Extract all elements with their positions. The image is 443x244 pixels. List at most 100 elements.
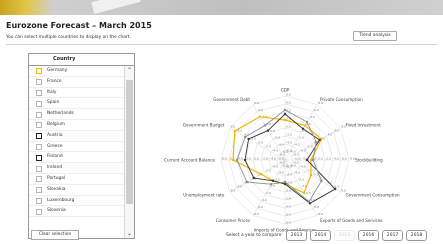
country-item[interactable]: Spain	[29, 98, 134, 110]
year-button-2016[interactable]: 2016	[358, 230, 379, 241]
country-item[interactable]: Italy	[29, 88, 134, 99]
radar-data-point	[252, 176, 255, 180]
scroll-down-icon[interactable]: ⌄	[125, 229, 134, 238]
radar-data-point	[307, 200, 311, 203]
country-checkbox[interactable]	[36, 79, 42, 86]
country-item[interactable]: Netherlands	[29, 109, 134, 120]
radar-data-point	[243, 158, 247, 162]
country-checkbox[interactable]	[36, 154, 42, 161]
country-item[interactable]: France	[29, 77, 134, 88]
radar-tick-label: 6.0	[342, 157, 347, 161]
country-item[interactable]: Portugal	[29, 174, 134, 185]
country-checkbox[interactable]	[36, 68, 42, 75]
radar-tick-label: 8.0	[286, 221, 291, 225]
radar-tick-label: -2.0	[298, 136, 304, 140]
country-item[interactable]: Greece	[29, 142, 134, 153]
background-banner	[0, 0, 443, 16]
radar-tick-label: -4.0	[278, 143, 284, 147]
radar-axis-label: Government Consumption	[346, 193, 400, 198]
country-item[interactable]: Belgium	[29, 120, 134, 131]
scroll-up-icon[interactable]: ⌃	[125, 66, 134, 75]
radar-tick-label: -6.0	[282, 150, 288, 154]
radar-tick-label: 2.0	[306, 191, 311, 195]
country-checkbox[interactable]	[36, 133, 42, 140]
radar-tick-label: 8.0	[222, 157, 227, 161]
radar-tick-label: 4.0	[310, 115, 315, 119]
radar-data-point	[311, 158, 315, 162]
country-item[interactable]: Slovakia	[29, 185, 134, 196]
trend-analysis-button[interactable]: Trend analysis	[353, 31, 397, 41]
radar-data-point	[233, 129, 236, 133]
country-checkbox[interactable]	[36, 187, 42, 194]
country-checkbox[interactable]	[36, 100, 42, 107]
country-checkbox[interactable]	[36, 143, 42, 150]
radar-data-point	[283, 112, 287, 116]
radar-tick-label: 0.0	[258, 141, 263, 145]
country-item[interactable]: Ireland	[29, 163, 134, 174]
country-item[interactable]: Austria	[29, 131, 134, 142]
page-title: Eurozone Forecast – March 2015	[6, 21, 152, 30]
country-label: Austria	[47, 132, 63, 138]
country-checkbox[interactable]	[36, 89, 42, 96]
radar-tick-label: -2.0	[298, 177, 304, 181]
radar-chart: 8.06.04.02.00.0-2.0-4.0-6.08.06.04.02.00…	[164, 88, 400, 233]
country-checkbox[interactable]	[36, 176, 42, 183]
radar-data-point	[302, 191, 306, 195]
radar-tick-label: -2.0	[307, 145, 313, 149]
radar-data-point	[235, 158, 239, 162]
year-button-2013[interactable]: 2013	[286, 230, 307, 241]
radar-data-point	[244, 135, 247, 139]
clear-selection-button[interactable]: Clear selection	[31, 230, 79, 240]
page-subtitle: You can select multiple countries to dis…	[6, 35, 131, 40]
country-label: France	[47, 78, 62, 84]
radar-axis-label: Current Account Balance	[164, 158, 215, 163]
country-item[interactable]: Finland	[29, 152, 134, 164]
radar-tick-label: -6.0	[278, 157, 284, 161]
radar-axis-label: Government Debt	[213, 97, 250, 102]
scroll-thumb[interactable]	[126, 80, 133, 204]
year-button-2018[interactable]: 2018	[406, 230, 427, 241]
radar-data-point	[266, 129, 270, 132]
country-label: Portugal	[47, 175, 66, 181]
radar-data-point	[245, 180, 249, 184]
radar-tick-label: 6.0	[314, 108, 319, 112]
radar-axis-label: Consumer Prices	[216, 218, 250, 223]
radar-tick-label: -4.0	[294, 170, 300, 174]
radar-tick-label: 2.0	[326, 157, 331, 161]
radar-data-point	[305, 158, 309, 162]
country-list-scrollbar[interactable]: ⌃ ⌄	[124, 66, 134, 238]
country-item[interactable]: Luxembourg	[29, 196, 134, 207]
radar-data-point	[315, 140, 318, 144]
header-divider	[6, 44, 437, 45]
radar-tick-label: 0.0	[270, 129, 275, 133]
radar-tick-label: 8.0	[286, 93, 291, 97]
radar-tick-label: 6.0	[334, 129, 339, 133]
radar-data-point	[283, 180, 287, 184]
country-checkbox[interactable]	[36, 197, 42, 204]
radar-tick-label: 2.0	[246, 157, 251, 161]
radar-data-point	[318, 138, 321, 142]
radar-axis-label: Private Consumption	[320, 97, 363, 102]
year-button-2017[interactable]: 2017	[382, 230, 403, 241]
radar-tick-label: 6.0	[314, 205, 319, 209]
country-checkbox[interactable]	[36, 111, 42, 118]
country-item[interactable]: Slovenia	[29, 206, 134, 218]
radar-tick-label: 8.0	[231, 125, 236, 129]
radar-tick-label: -4.0	[272, 165, 278, 169]
radar-axis-label: Fixed Investment	[346, 123, 381, 128]
country-checkbox[interactable]	[36, 122, 42, 129]
radar-data-point	[258, 115, 262, 118]
radar-tick-label: 8.0	[254, 101, 259, 105]
radar-tick-label: -2.0	[286, 133, 292, 137]
country-checkbox[interactable]	[36, 165, 42, 172]
country-checkbox[interactable]	[36, 208, 42, 215]
radar-tick-label: -4.0	[278, 170, 284, 174]
year-button-2014[interactable]: 2014	[310, 230, 331, 241]
radar-data-point	[301, 127, 305, 130]
radar-tick-label: 6.0	[238, 185, 243, 189]
country-item[interactable]: Germany	[29, 66, 134, 77]
radar-data-point	[334, 187, 337, 191]
radar-tick-label: 2.0	[266, 191, 271, 195]
radar-data-point	[263, 124, 267, 127]
country-label: Netherlands	[47, 111, 74, 117]
